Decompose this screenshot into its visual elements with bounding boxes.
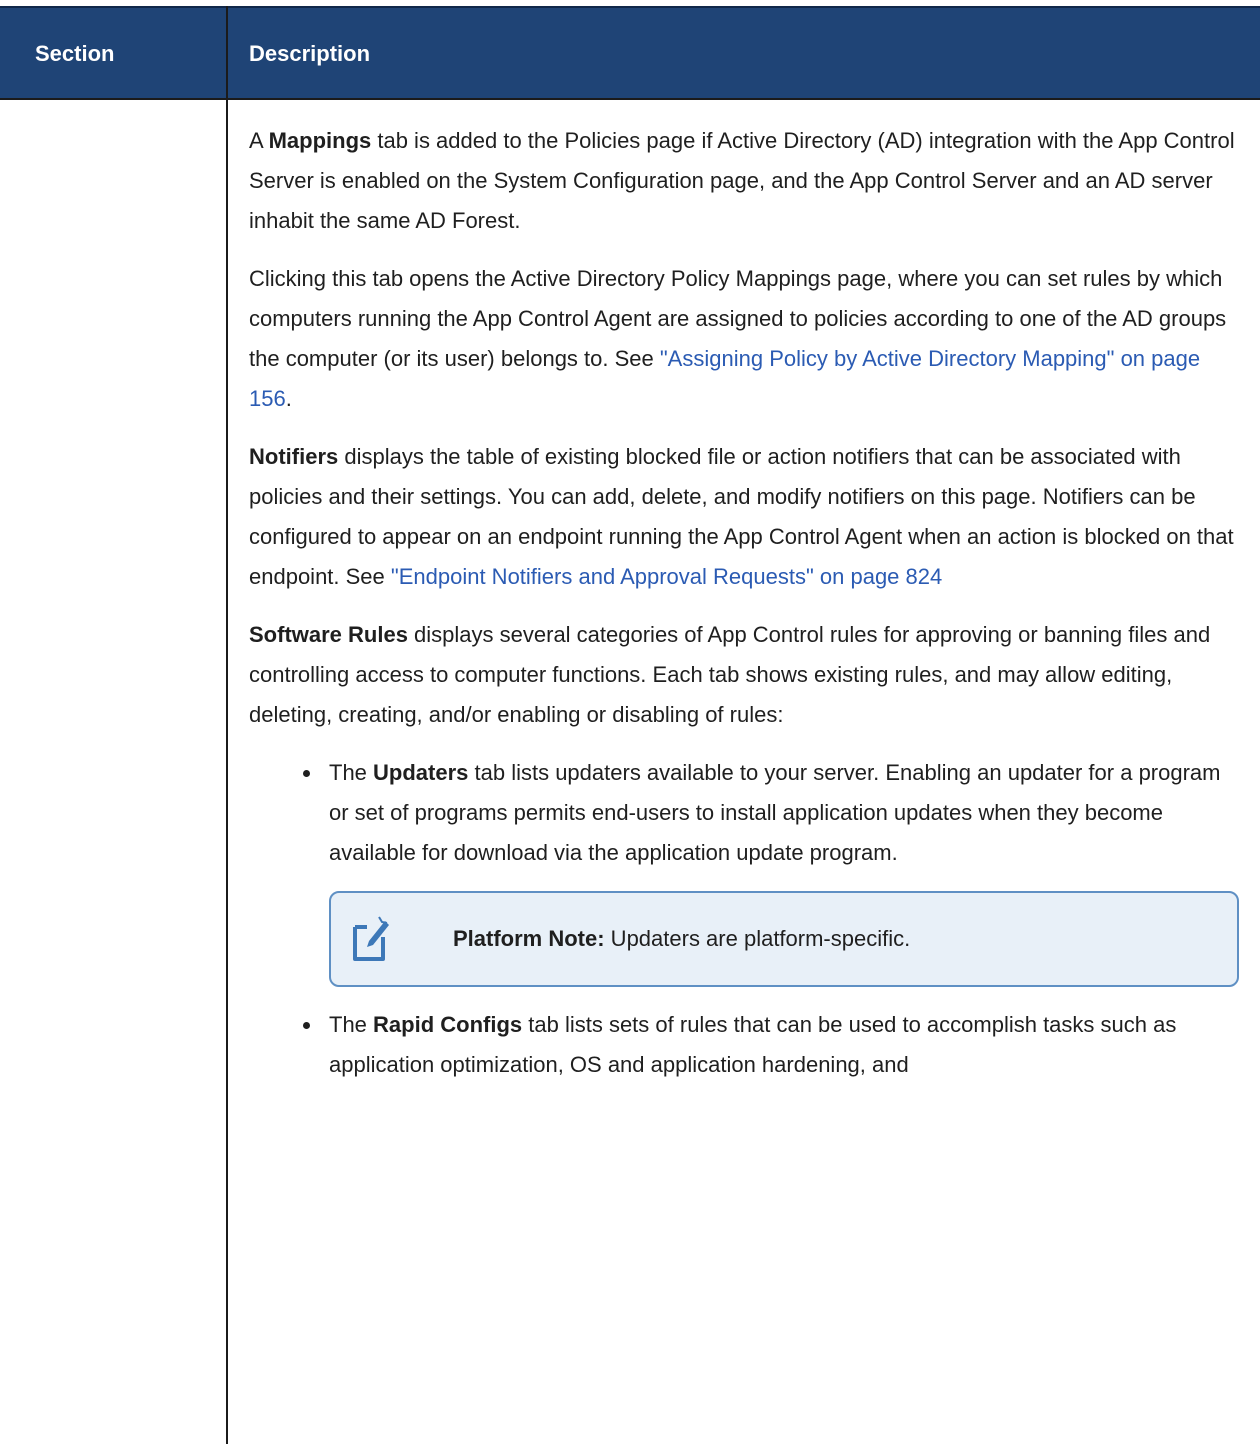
- note-label: Platform Note:: [453, 926, 605, 951]
- platform-note: Platform Note: Updaters are platform-spe…: [329, 891, 1239, 987]
- column-divider: [226, 6, 228, 1444]
- text: tab is added to the Policies page if Act…: [249, 128, 1235, 233]
- note-edit-icon: [353, 916, 389, 961]
- text: Updaters are platform-specific.: [604, 926, 911, 951]
- rules-list: The Updaters tab lists updaters availabl…: [249, 753, 1239, 873]
- header-rule: [0, 98, 1260, 100]
- list-item-rapid-configs: The Rapid Configs tab lists sets of rule…: [249, 1005, 1239, 1085]
- bullet-icon: [303, 1022, 310, 1029]
- text: A: [249, 128, 269, 153]
- paragraph-ad-mapping: Clicking this tab opens the Active Direc…: [249, 259, 1239, 419]
- term-notifiers: Notifiers: [249, 444, 339, 469]
- header-description: Description: [249, 41, 371, 66]
- paragraph-mappings: A Mappings tab is added to the Policies …: [249, 121, 1239, 241]
- text: The: [329, 760, 374, 785]
- note-text: Platform Note: Updaters are platform-spe…: [453, 893, 910, 985]
- header-section: Section: [35, 41, 115, 66]
- list-item-updaters: The Updaters tab lists updaters availabl…: [249, 753, 1239, 873]
- paragraph-notifiers: Notifiers displays the table of existing…: [249, 437, 1239, 597]
- term-software-rules: Software Rules: [249, 622, 408, 647]
- term-rapid-configs: Rapid Configs: [373, 1012, 523, 1037]
- text: .: [285, 386, 292, 411]
- term-updaters: Updaters: [373, 760, 469, 785]
- text: The: [329, 1012, 374, 1037]
- term-mappings: Mappings: [268, 128, 372, 153]
- paragraph-software-rules: Software Rules displays several categori…: [249, 615, 1239, 735]
- description-cell: A Mappings tab is added to the Policies …: [249, 121, 1239, 1103]
- link-endpoint-notifiers[interactable]: "Endpoint Notifiers and Approval Request…: [391, 564, 942, 589]
- bullet-icon: [303, 770, 310, 777]
- document-page: Section Description A Mappings tab is ad…: [0, 0, 1260, 1444]
- table-header: Section Description: [0, 6, 1260, 100]
- rules-list-continued: The Rapid Configs tab lists sets of rule…: [249, 1005, 1239, 1085]
